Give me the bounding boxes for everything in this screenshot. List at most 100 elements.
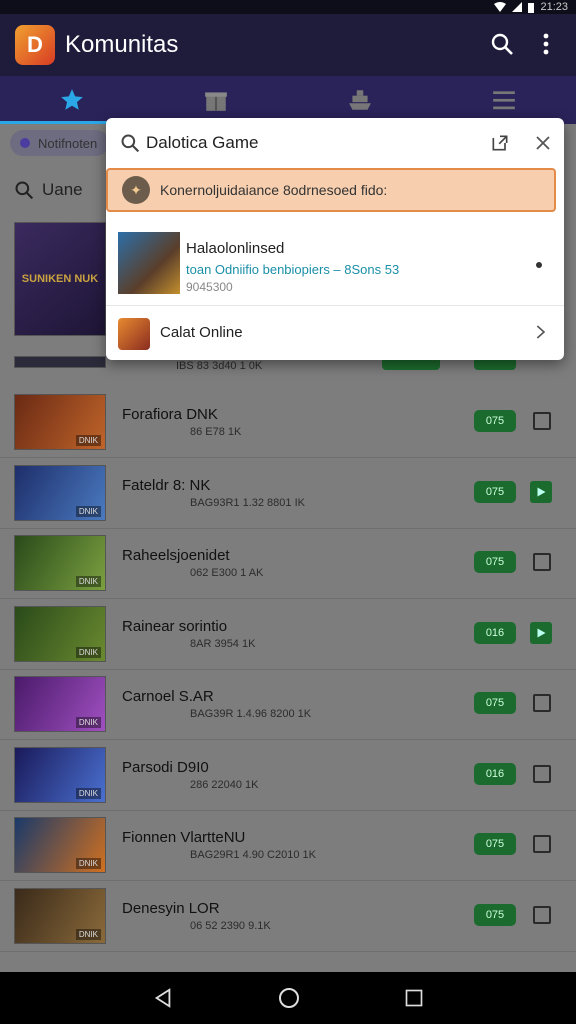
trophy-icon: ✦ (122, 176, 150, 204)
row-title: Fionnen VlartteNU (122, 829, 246, 846)
row-meta: BAG93R1 1.32 8801 IK (190, 496, 305, 509)
suggestion-label: Calat Online (160, 324, 243, 341)
install-badge[interactable]: 016 (474, 621, 516, 644)
result-code: 9045300 (186, 280, 233, 294)
app-bar: D Komunitas (0, 14, 576, 76)
thumbnail: DNIK (14, 887, 106, 944)
list-item[interactable]: DNIK Fionnen VlartteNU BAG29R1 4.90 C2010 … (0, 811, 576, 881)
result-thumbnail (118, 232, 180, 294)
featured-thumbnail[interactable]: SUNIKEN NUK (14, 222, 106, 336)
list-item[interactable]: DNIK Forafiora DNK 86 E78 1K 075 (0, 388, 576, 458)
thumbnail-label: DNIK (75, 576, 101, 587)
row-meta: 286 22040 1K (190, 778, 259, 791)
play-icon[interactable] (530, 480, 552, 503)
app-logo: D (15, 25, 55, 65)
list-item[interactable]: DNIK Parsodi D9I0 286 22040 1K 016 (0, 741, 576, 811)
thumbnail: DNIK (14, 676, 106, 732)
checkbox[interactable] (533, 764, 551, 783)
play-icon[interactable] (530, 621, 552, 644)
row-title: Carnoel S.AR (122, 688, 214, 705)
row-title: Rainear sorintio (122, 617, 228, 635)
app-title: Komunitas (65, 31, 179, 58)
list-item[interactable]: DNIK Carnoel S.AR BAG39R 1.4.96 8200 1K 075 (0, 670, 576, 740)
checkbox[interactable] (533, 835, 551, 853)
search-result[interactable]: Halaolonlinsed toan Odniifio benbiopiers… (106, 222, 564, 306)
thumbnail-label: DNIK (75, 646, 101, 658)
list-item[interactable]: IBS 83 3d40 1 0K (0, 356, 576, 392)
row-meta: 86 E78 1K (190, 426, 242, 438)
recents-icon[interactable] (404, 988, 424, 1008)
checkbox[interactable] (533, 412, 551, 430)
gift-icon (205, 92, 227, 111)
thumbnail: DNIK (14, 535, 106, 591)
row-title: Parsodi D9I0 (122, 758, 209, 776)
thumbnail: DNIK (14, 817, 106, 873)
list-item[interactable]: DNIK Rainear sorintio 8AR 3954 1K 016 (0, 600, 576, 670)
checkbox[interactable] (533, 905, 551, 924)
notification-chip[interactable]: Notifnoten (10, 130, 110, 156)
install-badge[interactable]: 075 (474, 692, 516, 714)
install-badge[interactable]: 075 (474, 903, 516, 926)
highlighted-suggestion-label: Konernoljuidaiance 8odrnesoed fido: (160, 182, 388, 198)
thumbnail-label: DNIK (75, 505, 101, 517)
row-meta: 8AR 3954 1K (190, 637, 256, 650)
search-icon (15, 181, 34, 200)
home-icon[interactable] (277, 986, 301, 1010)
notification-dot (20, 138, 30, 148)
install-badge[interactable]: 075 (474, 833, 516, 855)
close-icon[interactable] (534, 134, 552, 152)
star-icon (61, 89, 83, 110)
menu-icon (493, 91, 515, 110)
install-badge[interactable]: 016 (474, 762, 516, 785)
thumbnail: DNIK (14, 464, 106, 521)
search-input[interactable] (146, 130, 476, 156)
chevron-right-icon (536, 325, 546, 339)
game-icon (118, 318, 150, 350)
checkbox[interactable] (533, 694, 551, 712)
tab-menu[interactable] (432, 76, 576, 124)
thumbnail-label: DNIK (75, 787, 101, 799)
status-bar: 21:23 (0, 0, 576, 14)
search-icon (121, 134, 140, 153)
install-badge[interactable]: 075 (474, 410, 516, 432)
row-title: Denesyin LOR (122, 899, 220, 917)
thumbnail-label: DNIK (75, 435, 101, 446)
thumbnail: DNIK (14, 605, 106, 662)
row-title: Fateldr 8: NK (122, 476, 211, 494)
list-item[interactable]: DNIK Denesyin LOR 06 52 2390 9.1K 075 (0, 882, 576, 952)
thumbnail-label: DNIK (75, 928, 101, 940)
system-nav-bar (0, 972, 576, 1024)
tab-ship[interactable] (288, 76, 432, 124)
result-title: Halaolonlinsed (186, 240, 285, 257)
search-bar (106, 118, 564, 168)
section-title: Uane (42, 180, 83, 199)
row-meta: IBS 83 3d40 1 0K (176, 360, 263, 372)
tab-gifts[interactable] (144, 76, 288, 124)
row-meta: BAG39R 1.4.96 8200 1K (190, 708, 312, 720)
result-subtitle: toan Odniifio benbiopiers – 8Sons 53 (186, 262, 400, 277)
install-badge[interactable]: 075 (474, 551, 516, 573)
row-title: Forafiora DNK (122, 406, 218, 423)
dot-indicator (536, 262, 542, 268)
more-vert-icon[interactable] (534, 32, 558, 56)
highlighted-suggestion[interactable]: ✦ Konernoljuidaiance 8odrnesoed fido: (106, 168, 556, 212)
thumbnail-label: DNIK (75, 858, 101, 869)
thumbnail (14, 356, 106, 368)
status-time: 21:23 (540, 1, 568, 13)
section-header: Uane (14, 180, 83, 200)
back-icon[interactable] (152, 987, 174, 1009)
checkbox[interactable] (533, 553, 551, 571)
open-external-icon[interactable] (490, 133, 510, 153)
signal-icon (512, 2, 523, 12)
search-suggestion[interactable]: Calat Online (106, 308, 564, 358)
wifi-icon (494, 2, 507, 12)
list-item[interactable]: DNIK Fateldr 8: NK BAG93R1 1.32 8801 IK 075 (0, 459, 576, 529)
install-badge[interactable]: 075 (474, 480, 516, 503)
thumbnail: DNIK (14, 394, 106, 450)
list-item[interactable]: DNIK Raheelsjoenidet 062 E300 1 AK 075 (0, 529, 576, 599)
tab-bar (0, 76, 576, 124)
search-icon[interactable] (490, 32, 514, 56)
battery-icon (528, 2, 535, 13)
tab-favorites[interactable] (0, 76, 144, 124)
status-icons: 21:23 (494, 0, 568, 14)
